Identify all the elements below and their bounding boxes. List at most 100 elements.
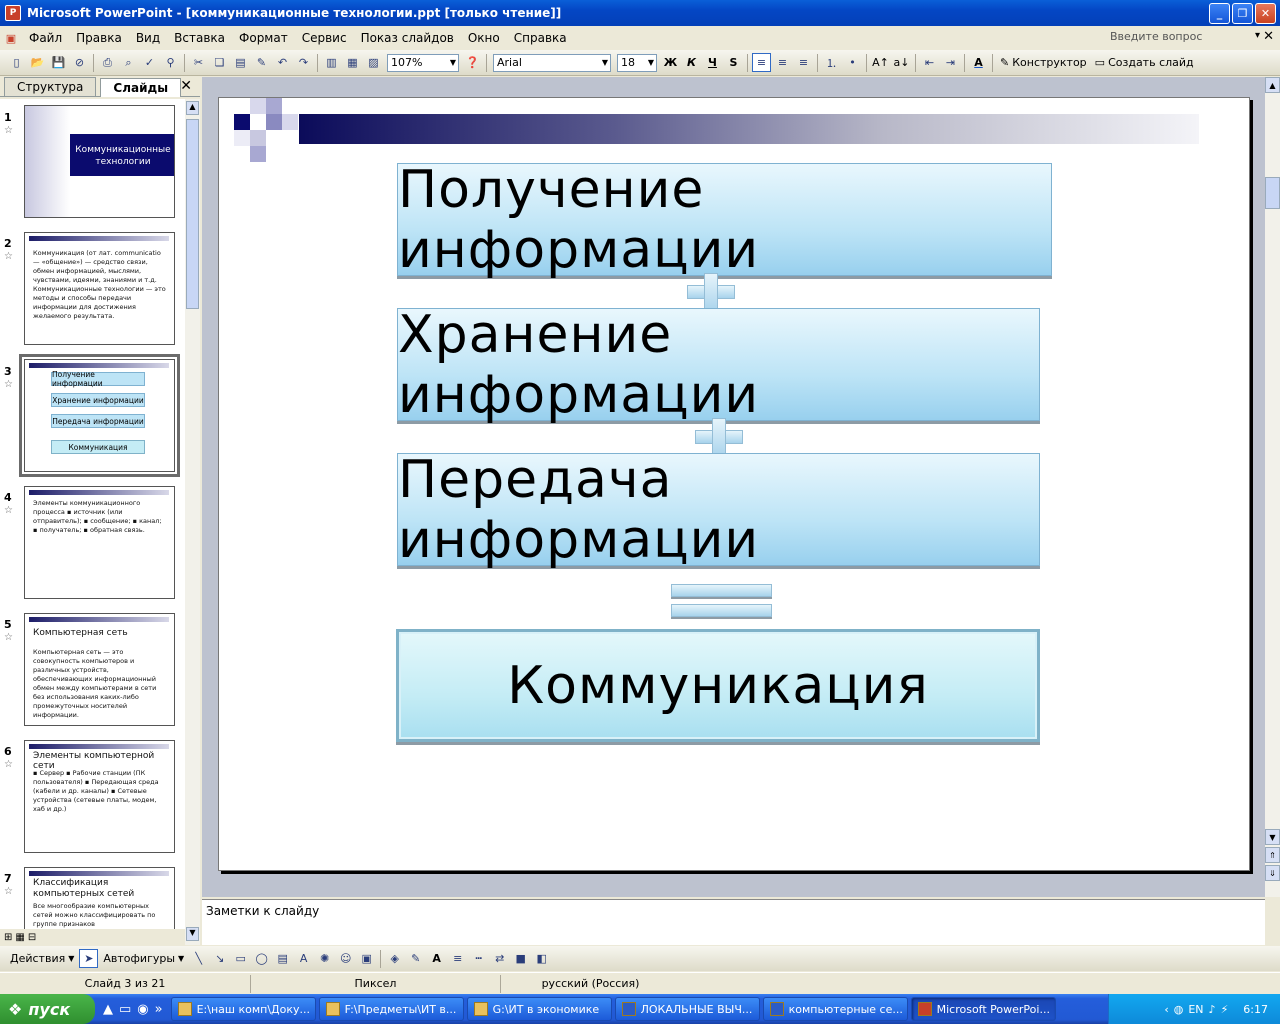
clipart-icon[interactable]: ☺ — [336, 949, 355, 968]
menu-file[interactable]: Файл — [22, 31, 69, 45]
box-receiving[interactable]: Получение информации — [397, 160, 1052, 280]
slide-scrollbar[interactable]: ▲ ▼ ⇑ ⇓ — [1265, 77, 1280, 897]
volume-icon[interactable]: ♪ — [1209, 1003, 1216, 1016]
quicklaunch-expand-icon[interactable]: » — [155, 1002, 163, 1017]
decrease-indent-icon[interactable]: ⇤ — [920, 53, 939, 72]
permission-icon[interactable]: ⊘ — [70, 53, 89, 72]
cut-icon[interactable]: ✂ — [189, 53, 208, 72]
notes-pane[interactable]: Заметки к слайду — [202, 899, 1265, 945]
task-folder-1[interactable]: E:\наш комп\Доку... — [170, 997, 316, 1021]
decrease-font-icon[interactable]: a↓ — [892, 53, 911, 72]
powerpoint-app-icon[interactable]: P — [5, 5, 21, 21]
scroll-thumb[interactable] — [186, 119, 199, 309]
print-icon[interactable]: ⎙ — [98, 53, 117, 72]
menu-view[interactable]: Вид — [129, 31, 167, 45]
ask-question-box[interactable]: Введите вопрос — [1110, 30, 1260, 43]
menu-help[interactable]: Справка — [507, 31, 574, 45]
menu-tools[interactable]: Сервис — [295, 31, 354, 45]
insert-table-icon[interactable]: ▦ — [343, 53, 362, 72]
font-size-combo[interactable]: 18 ▼ — [617, 53, 657, 72]
align-center-icon[interactable]: ≡ — [773, 53, 792, 72]
box-transmitting[interactable]: Передача информации — [397, 450, 1040, 570]
thumb-slide-6[interactable]: Элементы компьютерной сети ▪ Сервер ▪ Ра… — [24, 740, 175, 853]
document-icon[interactable]: ▣ — [0, 32, 22, 45]
design-button[interactable]: ✎ Конструктор — [1000, 56, 1087, 69]
scroll-down-icon[interactable]: ▼ — [1265, 829, 1280, 845]
dash-style-icon[interactable]: ┅ — [469, 949, 488, 968]
language-indicator-icon[interactable]: EN — [1188, 1003, 1203, 1016]
align-right-icon[interactable]: ≡ — [794, 53, 813, 72]
increase-font-icon[interactable]: A↑ — [871, 53, 890, 72]
menu-slideshow[interactable]: Показ слайдов — [354, 31, 461, 45]
line-icon[interactable]: ╲ — [189, 949, 208, 968]
close-button[interactable]: ✕ — [1255, 3, 1276, 24]
panel-close-icon[interactable]: ✕ — [180, 78, 192, 94]
paste-icon[interactable]: ▤ — [231, 53, 250, 72]
box-storing[interactable]: Хранение информации — [397, 305, 1040, 425]
menu-window[interactable]: Окно — [461, 31, 507, 45]
shadow-button[interactable]: S — [724, 53, 743, 72]
menu-insert[interactable]: Вставка — [167, 31, 232, 45]
menu-format[interactable]: Формат — [232, 31, 295, 45]
tray-expand-icon[interactable]: ‹ — [1164, 1003, 1168, 1016]
thumbnail-scrollbar[interactable]: ▲ ▼ — [185, 99, 200, 945]
box-communication[interactable]: Коммуникация — [396, 629, 1040, 742]
tab-slides[interactable]: Слайды — [100, 78, 182, 97]
thumb-slide-5[interactable]: Компьютерная сеть Компьютерная сеть — эт… — [24, 613, 175, 726]
shadow-style-icon[interactable]: ■ — [511, 949, 530, 968]
zoom-combo[interactable]: 107% ▼ — [387, 53, 459, 72]
print-preview-icon[interactable]: ⌕ — [119, 53, 138, 72]
font-color-draw-icon[interactable]: A — [427, 949, 446, 968]
oval-icon[interactable]: ◯ — [252, 949, 271, 968]
minimize-button[interactable]: _ — [1209, 3, 1230, 24]
document-close-icon[interactable]: ✕ — [1263, 29, 1274, 44]
font-combo[interactable]: Arial ▼ — [493, 53, 611, 72]
arrow-style-icon[interactable]: ⇄ — [490, 949, 509, 968]
fill-color-icon[interactable]: ◈ — [385, 949, 404, 968]
normal-view-icon[interactable]: ⊞ — [4, 932, 12, 943]
new-icon[interactable]: ▯ — [7, 53, 26, 72]
grayscale-icon[interactable]: ▨ — [364, 53, 383, 72]
arrow-icon[interactable]: ↘ — [210, 949, 229, 968]
thumb-slide-7[interactable]: Классификация компьютерных сетей Все мно… — [24, 867, 175, 929]
thumb-slide-1[interactable]: Коммуникационные технологии — [24, 105, 175, 218]
bullets-icon[interactable]: • — [843, 53, 862, 72]
task-powerpoint[interactable]: Microsoft PowerPoi... — [910, 997, 1056, 1021]
next-slide-icon[interactable]: ⇓ — [1265, 865, 1280, 881]
new-slide-button[interactable]: ▭ Создать слайд — [1095, 56, 1194, 69]
copy-icon[interactable]: ❏ — [210, 53, 229, 72]
line-color-icon[interactable]: ✎ — [406, 949, 425, 968]
menu-edit[interactable]: Правка — [69, 31, 129, 45]
actions-menu[interactable]: Действия ▼ — [10, 952, 74, 965]
redo-icon[interactable]: ↷ — [294, 53, 313, 72]
rectangle-icon[interactable]: ▭ — [231, 949, 250, 968]
slide-sorter-icon[interactable]: ▦ — [15, 932, 24, 943]
network-icon[interactable]: ⚡ — [1221, 1003, 1229, 1016]
task-word-1[interactable]: ЛОКАЛЬНЫЕ ВЫЧ... — [614, 997, 760, 1021]
3d-style-icon[interactable]: ◧ — [532, 949, 551, 968]
task-folder-2[interactable]: F:\Предметы\ИТ в... — [318, 997, 464, 1021]
task-word-2[interactable]: компьютерные се... — [762, 997, 908, 1021]
wordart-icon[interactable]: A — [294, 949, 313, 968]
font-color-icon[interactable]: A — [969, 53, 988, 72]
select-pointer-icon[interactable]: ➤ — [79, 949, 99, 968]
desktop-icon[interactable]: ▭ — [119, 1002, 131, 1017]
autoshapes-menu[interactable]: Автофигуры ▼ — [103, 952, 184, 965]
underline-button[interactable]: Ч — [703, 53, 722, 72]
scroll-up-icon[interactable]: ▲ — [186, 101, 199, 115]
start-button[interactable]: ❖ пуск — [0, 994, 95, 1024]
picture-icon[interactable]: ▣ — [357, 949, 376, 968]
insert-chart-icon[interactable]: ▥ — [322, 53, 341, 72]
vlc-icon[interactable]: ▲ — [103, 1002, 113, 1017]
thumb-slide-2[interactable]: Коммуникация (от лат. communicatio — «об… — [24, 232, 175, 345]
increase-indent-icon[interactable]: ⇥ — [941, 53, 960, 72]
slideshow-view-icon[interactable]: ⊟ — [28, 932, 36, 943]
spelling-icon[interactable]: ✓ — [140, 53, 159, 72]
tray-app-icon[interactable]: ◍ — [1174, 1003, 1184, 1016]
help-icon[interactable]: ❓ — [463, 53, 482, 72]
previous-slide-icon[interactable]: ⇑ — [1265, 847, 1280, 863]
format-painter-icon[interactable]: ✎ — [252, 53, 271, 72]
textbox-icon[interactable]: ▤ — [273, 949, 292, 968]
task-folder-3[interactable]: G:\ИТ в экономике — [466, 997, 612, 1021]
open-icon[interactable]: 📂 — [28, 53, 47, 72]
